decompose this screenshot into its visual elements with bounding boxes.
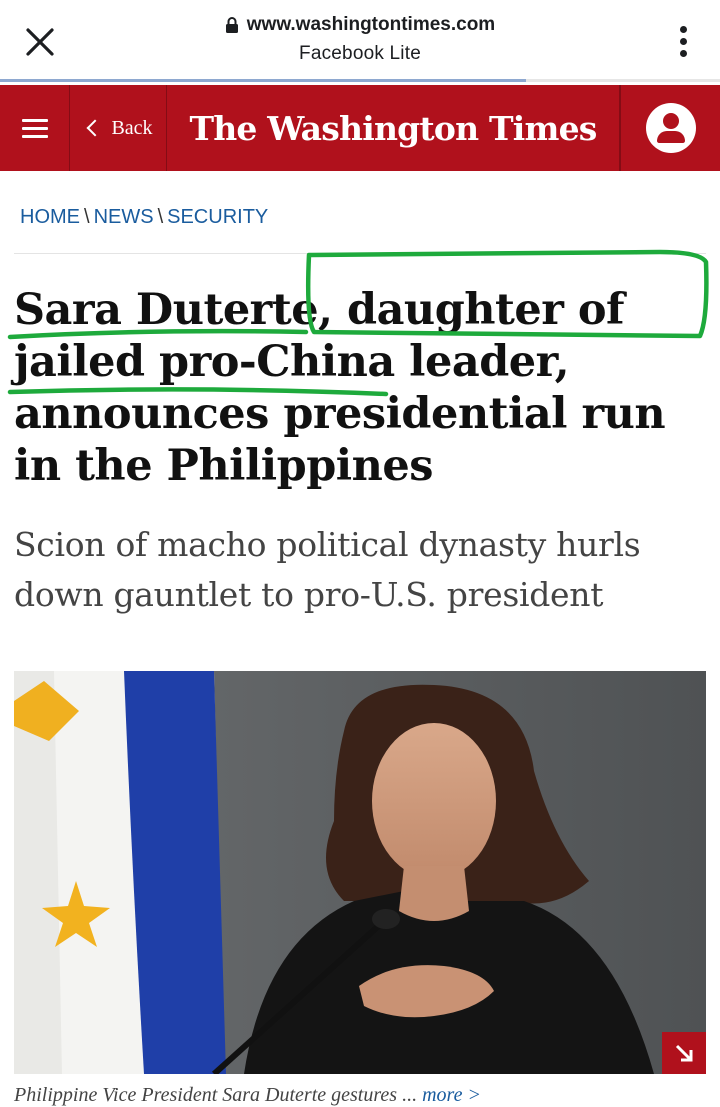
photo-caption: Philippine Vice President Sara Duterte g… — [14, 1084, 481, 1107]
account-button[interactable] — [620, 85, 720, 171]
article-headline: Sara Duterte, daughter of jailed pro-Chi… — [14, 284, 714, 492]
headline-part — [145, 337, 159, 387]
breadcrumb: HOME \ NEWS \ SECURITY — [20, 206, 268, 229]
chevron-left-icon — [86, 119, 104, 137]
breadcrumb-news[interactable]: NEWS — [94, 206, 154, 228]
breadcrumb-separator: \ — [157, 206, 164, 228]
divider — [14, 253, 706, 254]
hamburger-icon — [21, 114, 48, 143]
hamburger-menu-button[interactable] — [0, 85, 70, 171]
lock-icon — [225, 16, 238, 33]
back-label: Back — [111, 116, 153, 139]
site-logo[interactable]: The Washington Times — [167, 85, 620, 171]
expand-photo-button[interactable] — [662, 1032, 706, 1074]
kebab-menu-icon[interactable] — [676, 26, 690, 60]
load-progress-track — [525, 79, 720, 82]
expand-arrow-icon — [675, 1044, 693, 1062]
breadcrumb-separator: \ — [84, 206, 90, 228]
article-photo[interactable] — [14, 671, 706, 1074]
breadcrumb-home[interactable]: HOME — [20, 206, 80, 228]
photo-illustration — [14, 671, 706, 1074]
back-button[interactable]: Back — [70, 85, 167, 171]
article-subheadline: Scion of macho political dynasty hurls d… — [14, 525, 641, 614]
site-header: Back The Washington Times — [0, 85, 720, 171]
browser-toolbar: www.washingtontimes.com Facebook Lite — [0, 0, 720, 82]
headline-part-underlined: pro-China leader — [159, 337, 555, 387]
address-bar[interactable]: www.washingtontimes.com Facebook Lite — [160, 14, 560, 65]
close-icon[interactable] — [22, 24, 58, 60]
app-name: Facebook Lite — [299, 42, 421, 64]
account-icon — [645, 103, 696, 153]
caption-more-link[interactable]: more > — [422, 1084, 481, 1106]
url-text: www.washingtontimes.com — [246, 14, 496, 35]
headline-part: Sara Duterte, — [14, 285, 347, 335]
breadcrumb-security[interactable]: SECURITY — [167, 206, 268, 228]
caption-text: Philippine Vice President Sara Duterte g… — [14, 1084, 418, 1106]
load-progress-bar — [0, 79, 526, 82]
